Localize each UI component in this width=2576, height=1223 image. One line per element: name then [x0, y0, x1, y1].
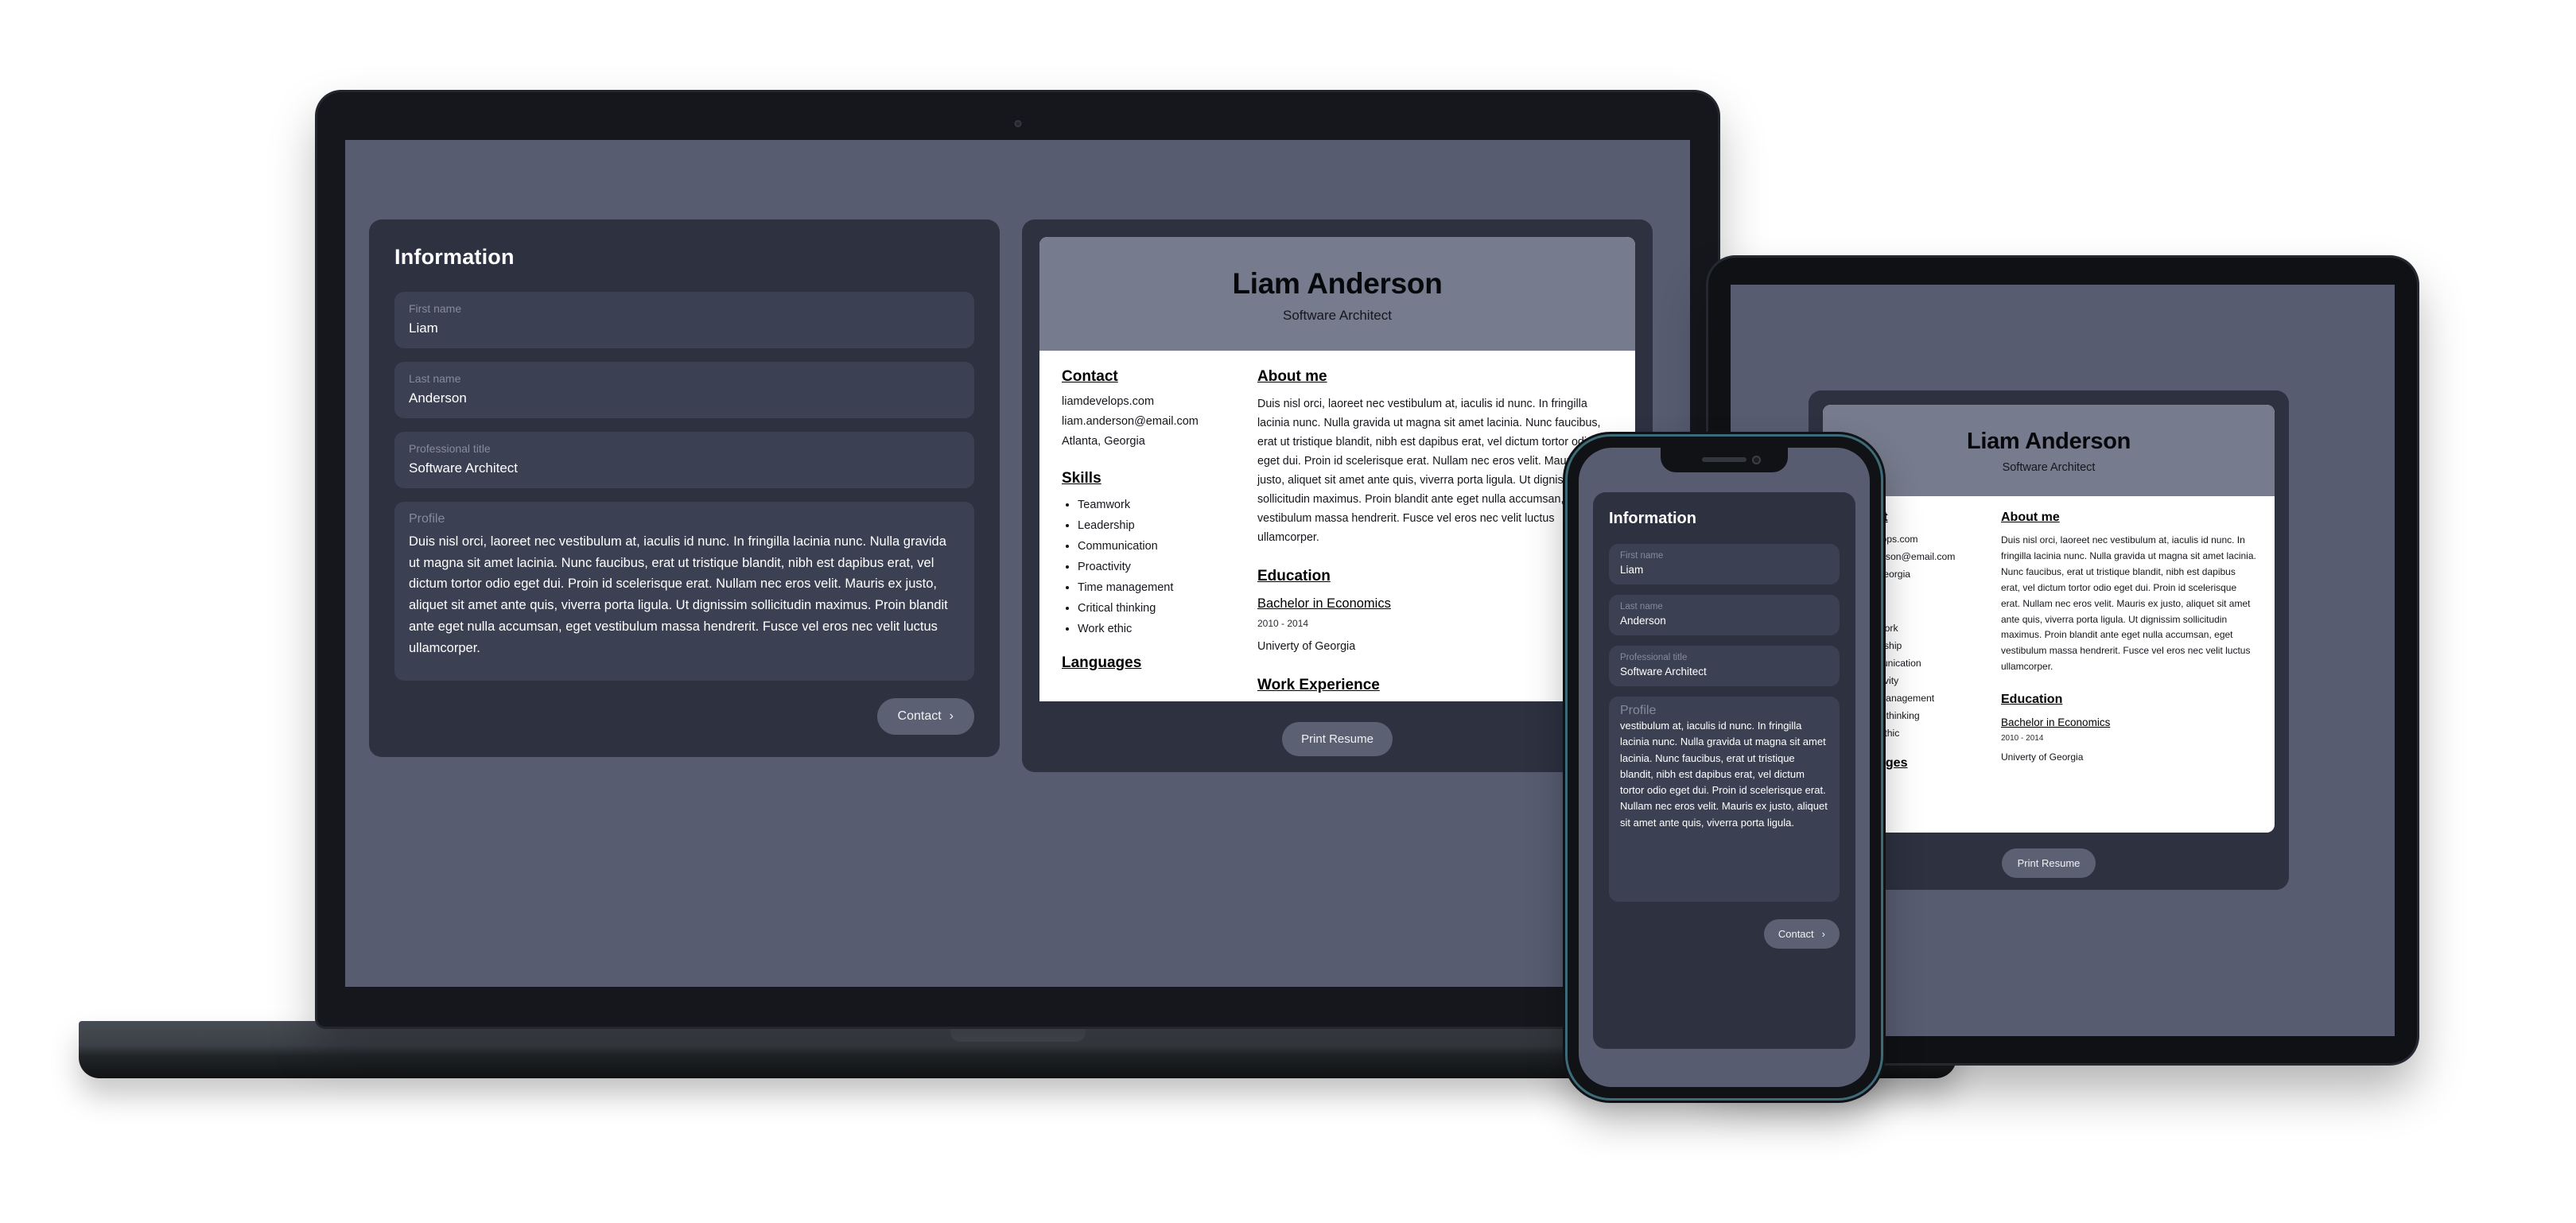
- tablet-print-actions: Print Resume: [1823, 848, 2275, 878]
- resume-paper: Liam Anderson Software Architect Contact…: [1039, 237, 1635, 701]
- resume-left-column: Contact liamdevelops.com liam.anderson@e…: [1062, 368, 1230, 701]
- education-degree: Bachelor in Economics: [2001, 716, 2111, 729]
- work-heading: Work Experience: [1257, 677, 1380, 694]
- profile-field[interactable]: Profile Duis nisl orci, laoreet nec vest…: [394, 502, 974, 681]
- contact-button[interactable]: Contact ›: [1763, 919, 1840, 949]
- resume-body: Contact liamdevelops.com liam.anderson@e…: [1039, 351, 1635, 701]
- professional-title-field[interactable]: Professional title Software Architect: [1609, 646, 1840, 686]
- contact-email: liam.anderson@email.com: [1062, 415, 1199, 428]
- laptop-print-actions: Print Resume: [1039, 722, 1635, 756]
- phone-frame: Information First name Liam Last name An…: [1568, 437, 1881, 1098]
- resume-preview-card: Liam Anderson Software Architect Contact…: [1022, 219, 1653, 772]
- education-degree: Bachelor in Economics: [1257, 596, 1391, 612]
- phone-information-card: Information First name Liam Last name An…: [1593, 492, 1855, 1049]
- contact-button-label: Contact: [897, 709, 942, 723]
- first-name-field[interactable]: First name Liam: [394, 292, 974, 348]
- page-title: Information: [394, 245, 515, 269]
- professional-title-label: Professional title: [1620, 653, 1688, 662]
- about-heading: About me: [2001, 511, 2060, 524]
- phone-device: Information First name Liam Last name An…: [1568, 437, 1881, 1098]
- professional-title-field[interactable]: Professional title Software Architect: [394, 432, 974, 488]
- about-heading: About me: [1257, 368, 1327, 385]
- laptop-resume-column: Liam Anderson Software Architect Contact…: [1022, 219, 1653, 772]
- skills-list: Teamwork Leadership Communication Proact…: [1078, 499, 1230, 635]
- contact-button[interactable]: Contact ›: [876, 698, 974, 735]
- laptop-device: Information First name Liam Last name An…: [79, 92, 1956, 1078]
- education-school: Univerty of Georgia: [1257, 640, 1356, 654]
- tablet-resume-right-column: About me Duis nisl orci, laoreet nec ves…: [2001, 511, 2257, 771]
- laptop-webcam-icon: [1014, 120, 1021, 127]
- education-heading: Education: [1257, 568, 1331, 585]
- profile-label: Profile: [409, 512, 445, 526]
- laptop-lid: Information First name Liam Last name An…: [317, 92, 1718, 1027]
- print-resume-button[interactable]: Print Resume: [1282, 722, 1393, 756]
- profile-label: Profile: [1620, 704, 1657, 717]
- resume-right-column: About me Duis nisl orci, laoreet nec ves…: [1257, 368, 1613, 701]
- chevron-right-icon: ›: [1821, 928, 1825, 940]
- professional-title-input[interactable]: Software Architect: [1620, 666, 1828, 678]
- last-name-label: Last name: [1620, 602, 1663, 612]
- tablet-resume-header: Liam Anderson Software Architect: [1823, 405, 2275, 496]
- tablet-resume-paper: Liam Anderson Software Architect Contact…: [1823, 405, 2275, 833]
- professional-title-label: Professional title: [409, 442, 491, 455]
- phone-form-actions: Contact ›: [1609, 919, 1840, 949]
- phone-camera-icon: [1752, 456, 1761, 464]
- information-card: Information First name Liam Last name An…: [369, 219, 1000, 757]
- profile-field[interactable]: Profile vestibulum at, iaculis id nunc. …: [1609, 697, 1840, 902]
- phone-speaker-icon: [1702, 457, 1746, 462]
- education-heading: Education: [2001, 693, 2063, 707]
- resume-name: Liam Anderson: [1966, 429, 2131, 454]
- last-name-input[interactable]: Anderson: [1620, 615, 1828, 627]
- about-text: Duis nisl orci, laoreet nec vestibulum a…: [1257, 398, 1601, 545]
- resume-role: Software Architect: [1282, 308, 1392, 323]
- profile-textarea[interactable]: vestibulum at, iaculis id nunc. In fring…: [1620, 718, 1828, 831]
- phone-notch: [1661, 448, 1788, 472]
- list-item: Work ethic: [1078, 623, 1230, 635]
- professional-title-input[interactable]: Software Architect: [409, 460, 960, 476]
- first-name-input[interactable]: Liam: [409, 320, 960, 336]
- first-name-field[interactable]: First name Liam: [1609, 544, 1840, 584]
- resume-role: Software Architect: [2002, 461, 2096, 474]
- about-text: Duis nisl orci, laoreet nec vestibulum a…: [2001, 534, 2256, 673]
- laptop-form-actions: Contact ›: [394, 698, 974, 735]
- skills-heading: Skills: [1062, 470, 1102, 487]
- laptop-screen: Information First name Liam Last name An…: [345, 140, 1690, 987]
- contact-heading: Contact: [1062, 368, 1118, 385]
- list-item: Teamwork: [1078, 499, 1230, 511]
- list-item: Communication: [1078, 540, 1230, 553]
- phone-screen: Information First name Liam Last name An…: [1579, 448, 1870, 1087]
- last-name-field[interactable]: Last name Anderson: [394, 362, 974, 418]
- list-item: Critical thinking: [1078, 602, 1230, 615]
- first-name-label: First name: [409, 302, 462, 315]
- page-title: Information: [1609, 510, 1696, 527]
- list-item: Leadership: [1078, 519, 1230, 532]
- resume-name: Liam Anderson: [1232, 267, 1443, 300]
- education-school: Univerty of Georgia: [2001, 751, 2084, 763]
- first-name-input[interactable]: Liam: [1620, 564, 1828, 576]
- list-item: Proactivity: [1078, 561, 1230, 573]
- first-name-label: First name: [1620, 551, 1664, 561]
- devices-mockup-scene: Information First name Liam Last name An…: [0, 0, 2576, 1223]
- languages-heading: Languages: [1062, 654, 1142, 671]
- education-dates: 2010 - 2014: [2001, 734, 2044, 744]
- tablet-resume-body: Contact liamdevelops.com liam.anderson@e…: [1823, 496, 2275, 771]
- last-name-input[interactable]: Anderson: [409, 390, 960, 406]
- laptop-form-column: Information First name Liam Last name An…: [369, 219, 1000, 772]
- laptop-app-viewport: Information First name Liam Last name An…: [345, 140, 1690, 772]
- last-name-field[interactable]: Last name Anderson: [1609, 595, 1840, 635]
- print-resume-button[interactable]: Print Resume: [2001, 848, 2096, 878]
- resume-header: Liam Anderson Software Architect: [1039, 237, 1635, 351]
- education-dates: 2010 - 2014: [1257, 618, 1309, 630]
- chevron-right-icon: ›: [949, 709, 954, 723]
- list-item: Time management: [1078, 581, 1230, 594]
- last-name-label: Last name: [409, 372, 461, 385]
- contact-website: liamdevelops.com: [1062, 395, 1155, 408]
- profile-textarea[interactable]: Duis nisl orci, laoreet nec vestibulum a…: [409, 531, 960, 658]
- contact-button-label: Contact: [1778, 928, 1814, 940]
- contact-location: Atlanta, Georgia: [1062, 435, 1145, 448]
